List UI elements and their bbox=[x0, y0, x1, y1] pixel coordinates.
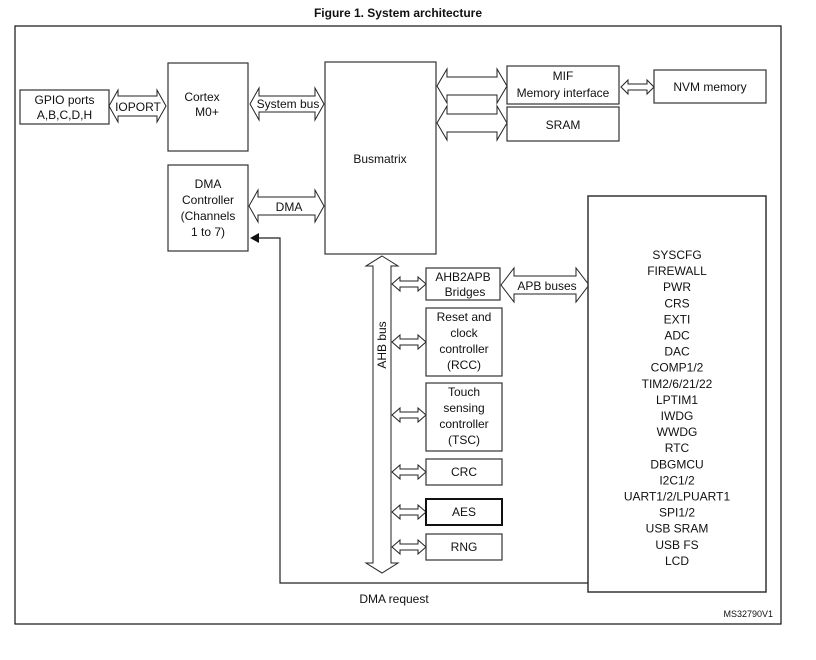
tsc-label-line4: (TSC) bbox=[448, 433, 480, 447]
ahb2apb-label-line2: Bridges bbox=[445, 285, 486, 299]
peripheral-item: ADC bbox=[664, 329, 690, 343]
dma-request-arrowhead bbox=[250, 233, 259, 243]
gpio-label-line1: GPIO ports bbox=[34, 93, 94, 107]
tsc-label-line2: sensing bbox=[443, 401, 484, 415]
dma-controller-line1: DMA bbox=[195, 177, 222, 191]
cortex-m0-block: Cortex M0+ bbox=[167, 62, 249, 152]
dma-controller-line3: (Channels bbox=[181, 209, 236, 223]
peripheral-item: PWR bbox=[663, 280, 691, 294]
busmatrix-label: Busmatrix bbox=[353, 152, 406, 166]
apb-peripherals-block: SYSCFG FIREWALL PWR CRS EXTI ADC DAC COMP1/2 TIM… bbox=[587, 195, 767, 593]
peripheral-item: FIREWALL bbox=[647, 264, 707, 278]
gpio-label-line2: A,B,C,D,H bbox=[37, 108, 92, 122]
aes-block: AES bbox=[425, 498, 503, 526]
peripheral-item: SPI1/2 bbox=[659, 506, 695, 520]
tsc-label-line1: Touch bbox=[448, 385, 480, 399]
rcc-block: Reset and clock controller (RCC) bbox=[425, 307, 503, 377]
dma-bus-arrow: DMA bbox=[248, 188, 325, 224]
rng-block: RNG bbox=[425, 533, 503, 561]
apb-buses-label: APB buses bbox=[517, 279, 576, 293]
busmatrix-block: Busmatrix bbox=[324, 61, 437, 255]
gpio-ports-block: GPIO ports A,B,C,D,H bbox=[19, 89, 110, 125]
crc-block: CRC bbox=[425, 458, 503, 486]
mif-label-line1: MIF bbox=[553, 69, 574, 83]
rcc-label-line1: Reset and bbox=[437, 310, 492, 324]
system-bus-label: System bus bbox=[257, 97, 320, 111]
rcc-label-line4: (RCC) bbox=[447, 358, 481, 372]
system-architecture-diagram: Figure 1. System architecture GPIO ports… bbox=[14, 6, 782, 625]
peripheral-item: LCD bbox=[665, 554, 689, 568]
ahb-to-tsc-arrow bbox=[391, 406, 427, 424]
ahb-to-rng-arrow bbox=[391, 538, 427, 556]
cortex-label-line2: M0+ bbox=[195, 105, 219, 119]
rcc-label-line3: controller bbox=[439, 342, 488, 356]
ahb2apb-label-line1: AHB2APB bbox=[435, 270, 490, 284]
ahb-bus-label: AHB bus bbox=[375, 321, 389, 368]
mif-block: MIF Memory interface bbox=[506, 65, 620, 105]
tsc-label-line3: controller bbox=[439, 417, 488, 431]
rng-label: RNG bbox=[451, 540, 478, 554]
peripheral-item: USB FS bbox=[655, 538, 698, 552]
figure-title: Figure 1. System architecture bbox=[314, 6, 482, 20]
peripheral-item: WWDG bbox=[657, 425, 698, 439]
peripheral-item: USB SRAM bbox=[646, 522, 709, 536]
aes-label: AES bbox=[452, 505, 476, 519]
ahb2apb-bridges-block: AHB2APB Bridges bbox=[425, 267, 501, 301]
ahb-to-ahb2apb-arrow bbox=[391, 275, 427, 293]
sram-label: SRAM bbox=[546, 118, 581, 132]
peripheral-item: CRS bbox=[664, 296, 689, 310]
peripheral-item: LPTIM1 bbox=[656, 393, 698, 407]
ahb-to-rcc-arrow bbox=[391, 333, 427, 351]
peripheral-item: SYSCFG bbox=[652, 248, 701, 262]
busmatrix-sram-arrow bbox=[436, 104, 508, 142]
dma-controller-line2: Controller bbox=[182, 193, 234, 207]
nvm-label: NVM memory bbox=[673, 80, 746, 94]
mif-nvm-arrow bbox=[620, 78, 655, 96]
peripheral-item: DAC bbox=[664, 345, 690, 359]
sram-block: SRAM bbox=[506, 106, 620, 142]
peripheral-item: DBGMCU bbox=[650, 457, 703, 471]
ioport-bus-arrow: IOPORT bbox=[108, 88, 167, 124]
peripheral-item: IWDG bbox=[661, 409, 694, 423]
rcc-label-line2: clock bbox=[450, 326, 478, 340]
dma-bus-label: DMA bbox=[276, 200, 303, 214]
peripheral-item: TIM2/6/21/22 bbox=[642, 377, 713, 391]
ioport-label: IOPORT bbox=[115, 100, 161, 114]
system-bus-arrow: System bus bbox=[249, 86, 325, 122]
peripheral-item: UART1/2/LPUART1 bbox=[624, 490, 731, 504]
nvm-memory-block: NVM memory bbox=[653, 69, 767, 104]
mif-label-line2: Memory interface bbox=[517, 86, 610, 100]
peripheral-item: I2C1/2 bbox=[659, 473, 695, 487]
peripheral-item: EXTI bbox=[664, 312, 691, 326]
busmatrix-mif-arrow bbox=[436, 67, 508, 105]
tsc-block: Touch sensing controller (TSC) bbox=[425, 382, 503, 452]
apb-buses-arrow: APB buses bbox=[500, 266, 590, 304]
dma-request-label: DMA request bbox=[359, 592, 429, 606]
peripheral-item: COMP1/2 bbox=[651, 361, 704, 375]
figure-reference-id: MS32790V1 bbox=[723, 609, 773, 619]
peripheral-item: RTC bbox=[665, 441, 690, 455]
cortex-label-line1: Cortex bbox=[184, 90, 219, 104]
dma-controller-line4: 1 to 7) bbox=[191, 225, 225, 239]
dma-controller-block: DMA Controller (Channels 1 to 7) bbox=[167, 164, 249, 252]
ahb-to-aes-arrow bbox=[391, 503, 427, 521]
ahb-to-crc-arrow bbox=[391, 463, 427, 481]
crc-label: CRC bbox=[451, 465, 477, 479]
